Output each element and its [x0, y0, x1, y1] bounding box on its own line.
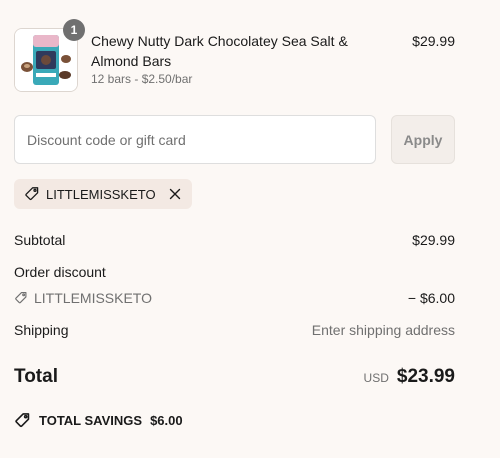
- shipping-row: Shipping Enter shipping address: [14, 322, 455, 338]
- discount-line-row: LITTLEMISSKETO − $6.00: [14, 290, 455, 306]
- tag-icon: [15, 292, 27, 304]
- product-variant: 12 bars - $2.50/bar: [91, 72, 193, 86]
- subtotal-label: Subtotal: [14, 232, 66, 248]
- total-amount: $23.99: [396, 366, 455, 387]
- total-row: Total USD $23.99: [14, 366, 455, 388]
- subtotal-value: $29.99: [412, 232, 455, 248]
- apply-discount-button[interactable]: Apply: [391, 115, 455, 164]
- cart-line-item: 1 Chewy Nutty Dark Chocolatey Sea Salt &…: [14, 19, 455, 92]
- total-amount-group: USD $23.99: [364, 366, 455, 388]
- order-discount-row: Order discount: [14, 264, 455, 280]
- product-price: $29.99: [412, 33, 455, 49]
- currency-code: USD: [363, 371, 389, 385]
- product-name: Chewy Nutty Dark Chocolatey Sea Salt & A…: [91, 33, 348, 69]
- remove-discount-button[interactable]: [166, 185, 184, 203]
- close-icon: [169, 188, 180, 200]
- total-savings-label: TOTAL SAVINGS: [39, 413, 143, 428]
- total-savings: TOTAL SAVINGS $6.00: [14, 412, 183, 429]
- applied-discount-chip: LITTLEMISSKETO: [14, 179, 192, 209]
- quantity-badge: 1: [63, 19, 85, 41]
- subtotal-row: Subtotal $29.99: [14, 232, 455, 248]
- tag-icon: [24, 186, 40, 202]
- discount-code-input[interactable]: [14, 115, 376, 164]
- shipping-label: Shipping: [14, 322, 69, 338]
- order-discount-label: Order discount: [14, 264, 106, 280]
- total-savings-value: $6.00: [150, 413, 183, 428]
- total-label: Total: [14, 366, 58, 387]
- discount-value: − $6.00: [407, 290, 455, 306]
- shipping-value: Enter shipping address: [311, 322, 455, 338]
- tag-icon: [15, 413, 30, 428]
- discount-code-text: LITTLEMISSKETO: [34, 290, 152, 306]
- applied-discount-code: LITTLEMISSKETO: [46, 186, 156, 202]
- discount-line-code: LITTLEMISSKETO: [14, 290, 152, 306]
